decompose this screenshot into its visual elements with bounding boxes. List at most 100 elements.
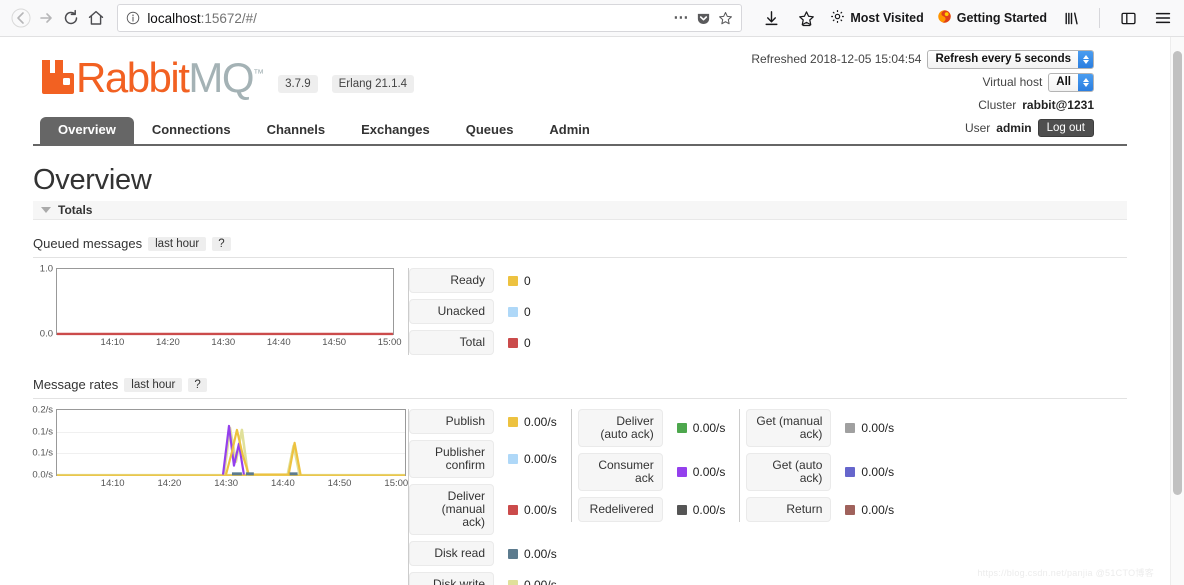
bookmark-most-visited[interactable]: Most Visited <box>830 9 924 27</box>
legend-label-get-auto-ack[interactable]: Get (auto ack) <box>746 453 832 491</box>
bookmark-label: Most Visited <box>850 11 924 25</box>
queued-messages-plot-wrap: 1.0 0.0 14:10 14:20 14:30 14:40 14:50 15… <box>33 264 408 349</box>
legend-label-disk-read[interactable]: Disk read <box>409 541 494 566</box>
hamburger-menu-icon[interactable] <box>1152 4 1174 32</box>
rabbitmq-logo[interactable]: RabbitMQ™ <box>40 53 264 99</box>
bookmark-label: Getting Started <box>956 11 1048 25</box>
rates-legend-col-3: Get (manual ack) 0.00/s Get (auto ack) 0… <box>739 409 894 522</box>
firefox-icon <box>937 9 952 27</box>
vhost-select[interactable]: All <box>1048 72 1094 92</box>
legend-label-redelivered[interactable]: Redelivered <box>577 497 663 522</box>
legend-label-disk-write[interactable]: Disk write <box>409 572 494 585</box>
tab-admin[interactable]: Admin <box>531 117 607 144</box>
legend-value-deliver-auto-ack: 0.00/s <box>663 421 725 435</box>
page-title: Overview <box>33 164 152 196</box>
url-text[interactable]: localhost:15672/#/ <box>147 11 666 26</box>
y-tick: 0.1/s <box>32 447 53 459</box>
queued-help-icon[interactable]: ? <box>212 236 231 251</box>
refresh-interval-value: Refresh every 5 seconds <box>935 53 1071 65</box>
tab-exchanges[interactable]: Exchanges <box>343 117 448 144</box>
library-icon[interactable] <box>1060 4 1082 32</box>
refresh-interval-select[interactable]: Refresh every 5 seconds <box>927 49 1094 69</box>
rates-period-button[interactable]: last hour <box>124 377 183 392</box>
legend-label-total[interactable]: Total <box>409 330 494 355</box>
legend-number: 0 <box>524 335 531 350</box>
x-tick: 14:40 <box>270 478 295 489</box>
legend-label-consumer-ack[interactable]: Consumer ack <box>577 453 663 491</box>
rates-help-icon[interactable]: ? <box>188 377 207 392</box>
totals-section-header[interactable]: Totals <box>33 201 1127 220</box>
collapse-triangle-icon[interactable] <box>41 207 51 213</box>
message-rates-title: Message rates <box>33 377 119 392</box>
legend-number: 0.00/s <box>692 502 726 517</box>
legend-label-publisher-confirm[interactable]: Publisher confirm <box>409 440 494 478</box>
legend-label-unacked[interactable]: Unacked <box>409 299 494 324</box>
color-swatch-icon <box>845 423 856 433</box>
downloads-icon[interactable] <box>760 4 782 32</box>
message-rates-row: 0.2/s 0.1/s 0.1/s 0.0/s 14:10 14:20 14:3… <box>32 405 1127 585</box>
legend-number: 0.00/s <box>861 502 895 517</box>
legend-row: Deliver (auto ack) 0.00/s <box>577 409 725 447</box>
page-viewport: RabbitMQ™ 3.7.9 Erlang 21.1.4 Refreshed … <box>0 37 1184 585</box>
legend-label-deliver-manual-ack[interactable]: Deliver (manual ack) <box>409 484 494 535</box>
address-bar[interactable]: localhost:15672/#/ ⋯ <box>117 4 743 32</box>
page-info-icon[interactable] <box>126 11 140 25</box>
cluster-row: Cluster rabbit@1231 <box>751 95 1094 115</box>
home-button[interactable] <box>84 4 107 32</box>
color-swatch-icon <box>508 416 518 427</box>
x-tick: 15:00 <box>377 337 402 348</box>
app-header: RabbitMQ™ 3.7.9 Erlang 21.1.4 Refreshed … <box>33 37 1127 137</box>
tab-channels[interactable]: Channels <box>249 117 344 144</box>
legend-row: Total 0 <box>409 330 531 355</box>
legend-number: 0 <box>524 304 531 319</box>
legend-label-return[interactable]: Return <box>746 497 832 522</box>
logo-rabbit: Rabbit <box>76 54 190 101</box>
scrollbar-thumb[interactable] <box>1173 51 1182 495</box>
color-swatch-icon <box>508 454 518 464</box>
url-host: localhost <box>147 10 201 26</box>
vhost-label: Virtual host <box>982 75 1043 89</box>
color-swatch-icon <box>508 548 518 559</box>
x-tick: 14:20 <box>157 478 182 489</box>
legend-value-total: 0 <box>494 336 531 350</box>
y-tick: 0.0/s <box>32 469 53 481</box>
page-scrollbar[interactable] <box>1170 37 1184 585</box>
back-button[interactable] <box>10 4 33 32</box>
forward-button[interactable] <box>35 4 58 32</box>
legend-number: 0.00/s <box>524 414 557 429</box>
sidebar-icon[interactable] <box>1117 4 1139 32</box>
legend-value-redelivered: 0.00/s <box>663 502 726 517</box>
color-swatch-icon <box>508 275 518 286</box>
bookmark-star-icon[interactable] <box>718 11 733 26</box>
logo-trademark: ™ <box>253 68 265 80</box>
message-rates-title-row: Message rates last hour ? <box>33 377 1127 399</box>
legend-value-publish: 0.00/s <box>494 415 557 429</box>
rabbitmq-logo-mark <box>42 60 74 94</box>
queued-period-button[interactable]: last hour <box>148 236 207 251</box>
legend-row: Get (auto ack) 0.00/s <box>746 453 894 491</box>
browser-toolbar-right: Most Visited Getting Started <box>760 4 1174 32</box>
legend-label-publish[interactable]: Publish <box>409 409 494 434</box>
tab-queues[interactable]: Queues <box>448 117 532 144</box>
x-tick: 14:50 <box>327 478 352 489</box>
tab-overview[interactable]: Overview <box>40 117 134 144</box>
reload-button[interactable] <box>60 4 83 32</box>
tab-connections[interactable]: Connections <box>134 117 249 144</box>
page-actions-icon[interactable]: ⋯ <box>673 10 689 25</box>
browser-toolbar: localhost:15672/#/ ⋯ Most Visited Gettin… <box>0 0 1184 37</box>
rates-legend-col-1: Publish 0.00/s Publisher confirm 0.00/s <box>408 409 557 585</box>
bookmark-toolbar-icon[interactable] <box>795 4 817 32</box>
vhost-row: Virtual host All <box>751 72 1094 92</box>
totals-label: Totals <box>58 203 93 217</box>
legend-label-ready[interactable]: Ready <box>409 268 494 293</box>
logo-text: RabbitMQ™ <box>76 53 264 99</box>
legend-label-get-manual-ack[interactable]: Get (manual ack) <box>746 409 832 447</box>
color-swatch-icon <box>676 467 687 477</box>
url-path: :15672/#/ <box>200 10 257 26</box>
legend-row: Get (manual ack) 0.00/s <box>746 409 894 447</box>
legend-number: 0.00/s <box>692 465 726 479</box>
legend-label-deliver-auto-ack[interactable]: Deliver (auto ack) <box>577 409 663 447</box>
chevron-updown-icon <box>1078 73 1093 91</box>
pocket-icon[interactable] <box>696 11 711 26</box>
bookmark-getting-started[interactable]: Getting Started <box>937 9 1047 27</box>
